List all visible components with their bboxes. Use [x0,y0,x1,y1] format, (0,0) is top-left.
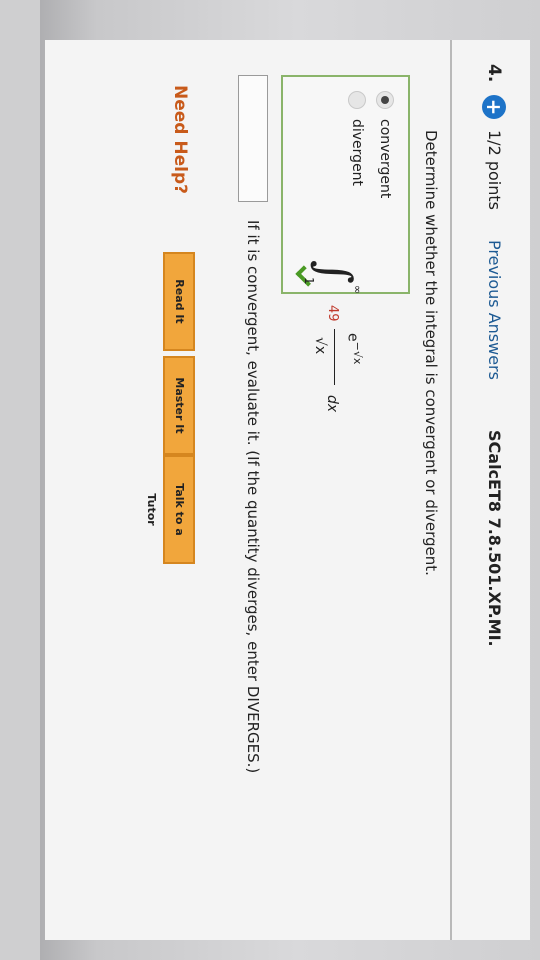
question-prompt: Determine whether the integral is conver… [422,130,440,576]
answer-input[interactable] [238,75,268,202]
need-help-label: Need Help? [170,85,190,194]
question-header: 4. + 1/2 points Previous Answers SCalcET… [450,40,530,940]
integral-expression: ∫ ∞ 1 49 e−√x √x dx [270,255,380,455]
upper-limit: ∞ [351,285,364,295]
plus-icon[interactable]: + [482,95,506,119]
question-reference: SCalcET8 7.8.501.XP.MI. [485,430,504,647]
talk-to-tutor-button[interactable]: Talk to a Tutor [145,455,195,564]
lower-limit: 1 [302,277,316,285]
fraction-bar [334,329,335,385]
points-label: 1/2 points [485,130,504,210]
read-it-button[interactable]: Read It [163,252,195,351]
choice-divergent[interactable]: divergent [348,91,366,186]
photo-background: 4. + 1/2 points Previous Answers SCalcET… [0,0,540,960]
numerator-exponent: −√x [351,341,364,365]
numerator-base: e [344,333,361,342]
integral-sign: ∫ [308,260,362,284]
radio-divergent[interactable] [348,91,366,109]
radio-convergent[interactable] [376,91,394,109]
master-it-button[interactable]: Master It [163,356,195,455]
choice-label: divergent [349,119,365,187]
numerator: e−√x [344,333,364,364]
denominator: √x [312,337,328,355]
coefficient: 49 [325,305,340,322]
previous-answers-link[interactable]: Previous Answers [485,240,504,380]
choice-convergent[interactable]: convergent [376,91,394,198]
differential: dx [324,395,340,413]
evaluate-prompt: If it is convergent, evaluate it. (If th… [244,220,262,774]
page-edge [0,0,40,960]
question-panel: 4. + 1/2 points Previous Answers SCalcET… [45,40,530,940]
rotated-page: 4. + 1/2 points Previous Answers SCalcET… [0,0,540,960]
choice-label: convergent [377,119,393,199]
question-number: 4. [484,64,504,83]
